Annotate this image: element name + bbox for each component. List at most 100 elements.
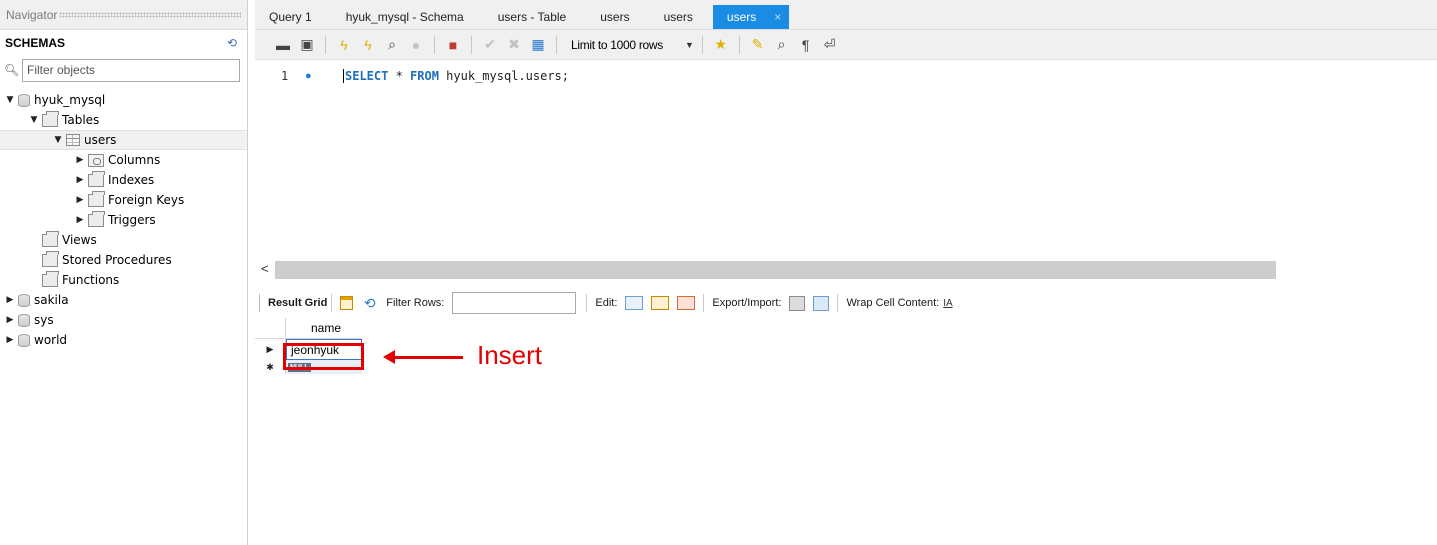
tree-label: Tables — [62, 113, 100, 127]
scroll-left-icon[interactable]: < — [261, 261, 269, 276]
tab-label: users - Table — [497, 10, 567, 24]
tree-label: hyuk_mysql — [34, 93, 106, 107]
folder-icon — [88, 190, 105, 207]
tab-query-1[interactable]: Query 1 — [255, 5, 326, 29]
delete-row-icon[interactable] — [677, 296, 696, 310]
tree-label: Columns — [108, 153, 161, 167]
folder-icon — [88, 210, 105, 227]
tree-label: world — [34, 333, 68, 347]
tab-users-2[interactable]: users — [650, 5, 707, 29]
add-row-icon[interactable] — [651, 296, 670, 310]
invisible-chars-icon[interactable]: ¶ — [796, 35, 816, 55]
stop-icon[interactable]: ● — [406, 35, 426, 55]
expand-down-icon[interactable]: ▼ — [4, 95, 16, 105]
explain-icon[interactable]: ⌕ — [382, 35, 402, 55]
tree-label: Triggers — [108, 213, 156, 227]
commit-icon[interactable]: ✔ — [480, 35, 500, 55]
tree-node-users[interactable]: ▼ users — [0, 130, 247, 150]
tab-schema[interactable]: hyuk_mysql - Schema — [332, 5, 478, 29]
refresh-icon[interactable]: ⟲ — [361, 295, 378, 311]
toolbar-separator — [586, 294, 588, 312]
filter-rows-input[interactable] — [452, 292, 577, 314]
result-grid-tab[interactable]: Result Grid — [259, 294, 327, 312]
new-row-icon: ✱ — [255, 360, 286, 374]
highlight-box — [283, 343, 364, 370]
expand-down-icon[interactable]: ▼ — [52, 135, 64, 145]
execute-icon[interactable]: ϟ — [334, 35, 354, 55]
tab-users-table[interactable]: users - Table — [484, 5, 580, 29]
schema-tree: ▼ hyuk_mysql ▼ Tables ▼ users ▶ Columns … — [0, 90, 247, 350]
tree-node-foreign-keys[interactable]: ▶ Foreign Keys — [0, 190, 247, 210]
toolbar-separator — [738, 35, 740, 54]
expand-right-icon[interactable]: ▶ — [4, 315, 16, 325]
beautify-icon[interactable]: ✎ — [748, 35, 768, 55]
expand-right-icon[interactable]: ▶ — [74, 175, 86, 185]
tab-users-active[interactable]: users × — [712, 5, 790, 29]
expand-right-icon[interactable]: ▶ — [74, 215, 86, 225]
limit-rows-select[interactable]: Limit to 1000 rows ▼ — [571, 38, 694, 52]
toolbar-separator — [434, 35, 435, 54]
edit-row-icon[interactable] — [625, 296, 644, 310]
close-icon[interactable]: × — [774, 10, 781, 24]
add-snippet-icon[interactable]: ★ — [711, 35, 731, 55]
filter-rows-label: Filter Rows: — [386, 297, 445, 309]
tab-users-1[interactable]: users — [586, 5, 643, 29]
panel-grip[interactable] — [59, 11, 241, 18]
save-icon[interactable]: ▣ — [297, 35, 317, 55]
toolbar-separator — [701, 35, 703, 54]
schemas-bar: SCHEMAS ⟲ — [0, 30, 247, 56]
column-header-name[interactable]: name — [286, 318, 362, 339]
expand-right-icon[interactable]: ▶ — [4, 295, 16, 305]
open-file-icon[interactable]: ▬ — [273, 35, 293, 55]
tree-node-functions[interactable]: ▶ Functions — [0, 270, 247, 290]
toolbar-separator — [837, 294, 839, 312]
tree-node-hyuk-mysql[interactable]: ▼ hyuk_mysql — [0, 90, 247, 110]
toolbar-separator — [325, 35, 326, 54]
refresh-schemas-icon[interactable]: ⟲ — [227, 36, 237, 50]
tree-node-tables[interactable]: ▼ Tables — [0, 110, 247, 130]
sql-editor[interactable]: 1 ● SELECT * FROM hyuk_mysql.users; — [255, 61, 1437, 259]
horizontal-scrollbar[interactable]: < — [255, 259, 1437, 281]
word-wrap-icon[interactable]: ⏎ — [820, 35, 840, 55]
tree-label: Stored Procedures — [62, 253, 172, 267]
autocommit-icon[interactable]: ▦ — [528, 35, 548, 55]
tree-node-triggers[interactable]: ▶ Triggers — [0, 210, 247, 230]
tree-node-views[interactable]: ▶ Views — [0, 230, 247, 250]
annotation-label: Insert — [477, 340, 543, 370]
find-icon[interactable]: ⌕ — [772, 35, 792, 55]
sql-keyword-from: FROM — [410, 69, 439, 83]
sql-statement[interactable]: SELECT * FROM hyuk_mysql.users; — [343, 69, 569, 83]
columns-icon — [88, 153, 104, 167]
expand-right-icon[interactable]: ▶ — [74, 155, 86, 165]
stop-on-error-icon[interactable]: ■ — [443, 35, 463, 55]
tree-node-stored-procedures[interactable]: ▶ Stored Procedures — [0, 250, 247, 270]
scrollbar-thumb[interactable] — [275, 261, 1276, 279]
tree-label: sys — [34, 313, 54, 327]
grid-view-icon[interactable] — [340, 296, 354, 310]
table-icon — [66, 134, 80, 146]
expand-down-icon[interactable]: ▼ — [28, 115, 40, 125]
tab-label: hyuk_mysql - Schema — [345, 10, 464, 24]
rollback-icon[interactable]: ✖ — [504, 35, 524, 55]
tree-label: sakila — [34, 293, 69, 307]
execute-current-icon[interactable]: ϟ — [358, 35, 378, 55]
expand-right-icon[interactable]: ▶ — [74, 195, 86, 205]
folder-icon — [42, 110, 59, 127]
current-row-icon: ▶ — [255, 339, 286, 360]
import-icon[interactable] — [813, 295, 830, 311]
tab-label: users — [663, 10, 693, 24]
filter-objects-input[interactable] — [22, 58, 240, 82]
sql-star: * — [388, 69, 411, 83]
expand-right-icon[interactable]: ▶ — [4, 335, 16, 345]
tree-node-sys[interactable]: ▶ sys — [0, 310, 247, 330]
export-icon[interactable] — [789, 295, 806, 311]
navigator-panel: Navigator SCHEMAS ⟲ 🔍︎ ▼ hyuk_mysql ▼ Ta… — [0, 0, 248, 545]
wrap-cell-icon[interactable]: IA — [943, 298, 952, 309]
statement-marker-icon: ● — [305, 70, 312, 82]
tree-node-columns[interactable]: ▶ Columns — [0, 150, 247, 170]
tree-node-world[interactable]: ▶ world — [0, 330, 247, 350]
tree-node-indexes[interactable]: ▶ Indexes — [0, 170, 247, 190]
tree-node-sakila[interactable]: ▶ sakila — [0, 290, 247, 310]
tab-label: Query 1 — [269, 10, 312, 24]
line-number: 1 — [281, 69, 289, 83]
